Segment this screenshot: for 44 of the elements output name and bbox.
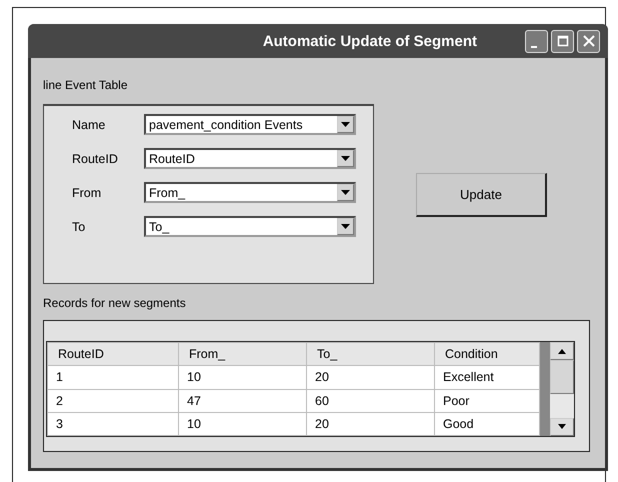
table-cell: 60 xyxy=(306,389,434,412)
table-cell: 3 xyxy=(48,412,178,436)
section-label: Records for new segments xyxy=(43,296,186,310)
column-header[interactable]: RouteID xyxy=(48,342,178,366)
scroll-thumb[interactable] xyxy=(550,360,574,394)
table-cell: Good xyxy=(434,412,540,436)
dropdown-field[interactable]: To_ xyxy=(144,216,356,237)
column-header[interactable]: Condition xyxy=(434,342,540,366)
dropdown-field[interactable]: pavement_condition Events xyxy=(144,114,356,135)
scroll-down-button[interactable] xyxy=(550,418,574,436)
table-cell: Excellent xyxy=(434,366,540,389)
maximize-icon xyxy=(556,34,570,48)
column-header[interactable]: From_ xyxy=(178,342,306,366)
dropdown-arrow-icon xyxy=(341,156,350,161)
dropdown-field[interactable]: RouteID xyxy=(144,148,356,169)
minimize-icon xyxy=(531,46,537,48)
down-arrow-icon xyxy=(557,424,567,430)
table-cell: 10 xyxy=(178,412,306,436)
table-cell: 47 xyxy=(178,389,306,412)
update-button[interactable]: Update xyxy=(416,173,547,217)
section-label: line Event Table xyxy=(43,78,128,92)
field-label: To xyxy=(71,220,86,234)
field-label: Name xyxy=(71,118,106,132)
close-button[interactable] xyxy=(577,30,600,52)
field-label: From xyxy=(71,186,102,200)
scrollbar[interactable] xyxy=(540,342,574,436)
column-header[interactable]: To_ xyxy=(306,342,434,366)
field-label: RouteID xyxy=(71,152,119,166)
table-cell: 20 xyxy=(306,366,434,389)
scroll-up-button[interactable] xyxy=(550,342,574,360)
dropdown-field[interactable]: From_ xyxy=(144,182,356,203)
maximize-button[interactable] xyxy=(551,30,574,52)
dropdown-arrow-icon xyxy=(341,224,350,229)
up-arrow-icon xyxy=(557,348,567,354)
table-cell: 1 xyxy=(48,366,178,389)
table-cell: Poor xyxy=(434,389,540,412)
minimize-button[interactable] xyxy=(525,30,548,52)
window-title: Automatic Update of Segment xyxy=(262,32,478,50)
dropdown-arrow-icon xyxy=(341,122,350,127)
dropdown-arrow-icon xyxy=(341,190,350,195)
table-cell: 10 xyxy=(178,366,306,389)
table-cell: 2 xyxy=(48,389,178,412)
close-icon xyxy=(582,34,596,48)
table-cell: 20 xyxy=(306,412,434,436)
